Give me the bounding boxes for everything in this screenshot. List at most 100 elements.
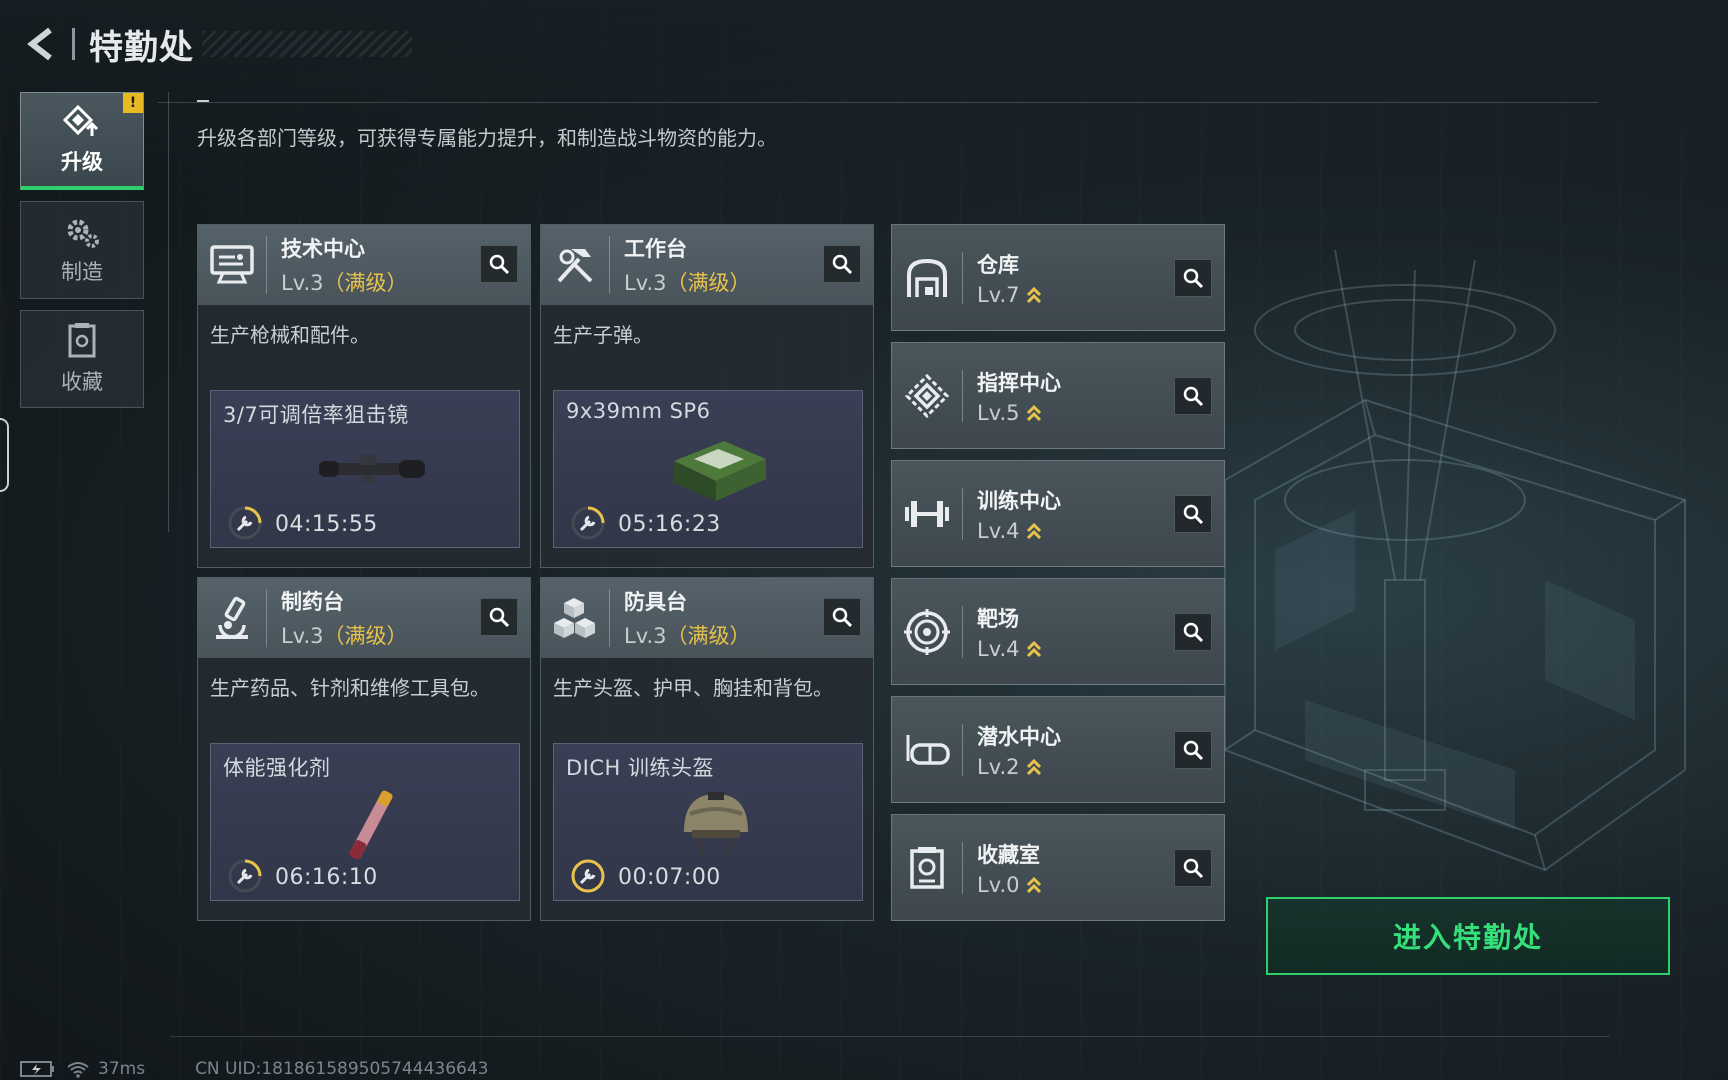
header: 特勤处 [20, 18, 412, 70]
facility-title: 制药台 [281, 590, 344, 614]
search-icon [489, 607, 510, 628]
enter-special-ops-button[interactable]: 进入特勤处 [1266, 897, 1670, 975]
nav-label-upgrade: 升级 [61, 149, 103, 174]
max-level-tag: （满级） [666, 271, 751, 295]
facility-card-command-center[interactable]: 指挥中心 Lv.5 [891, 342, 1225, 449]
injector-image [349, 790, 393, 860]
upgrade-available-icon [1026, 522, 1041, 539]
inspect-button[interactable] [823, 598, 861, 636]
level-value: Lv.3 [281, 624, 324, 648]
inspect-button[interactable] [1174, 377, 1212, 415]
level-value: Lv.2 [977, 754, 1020, 779]
side-nav: ! 升级 制造 收藏 [20, 92, 144, 419]
facility-card-shooting-range[interactable]: 靶场 Lv.4 [891, 578, 1225, 685]
facility-level: Lv.0 [977, 873, 1042, 897]
collection-icon [68, 323, 96, 358]
status-bar: 37ms CN UID:18186158950574443​6643 [20, 1058, 500, 1080]
separator [962, 487, 963, 540]
helmet-image [684, 792, 748, 855]
upgrade-available-icon [1026, 758, 1041, 775]
target-icon [892, 578, 962, 685]
search-icon [1183, 504, 1204, 525]
separator [266, 589, 267, 647]
back-arrow-icon [27, 27, 52, 61]
facility-level: Lv.3（满级） [624, 267, 751, 297]
facility-card-collection-room[interactable]: 收藏室 Lv.0 [891, 814, 1225, 921]
facility-description: 生产头盔、护甲、胸挂和背包。 [553, 676, 833, 700]
wrench-timer-icon [571, 859, 605, 893]
facility-level: Lv.4 [977, 637, 1042, 661]
facility-card-warehouse[interactable]: 仓库 Lv.7 [891, 224, 1225, 331]
ping-value: 37ms [98, 1059, 146, 1079]
monitor-icon [198, 225, 266, 305]
nav-item-collection[interactable]: 收藏 [20, 310, 144, 408]
divider-horizontal [158, 102, 1598, 103]
craft-countdown: 05:16:23 [618, 512, 721, 537]
page-title: 特勤处 [89, 27, 194, 68]
nav-item-craft[interactable]: 制造 [20, 201, 144, 299]
warehouse-icon [892, 224, 962, 331]
craft-slot[interactable]: 9x39mm SP6 05:16:23 [553, 390, 863, 548]
wrench-timer-icon [571, 506, 605, 540]
inspect-button[interactable] [1174, 495, 1212, 533]
craft-slot[interactable]: DICH 训练头盔 00:07:00 [553, 743, 863, 901]
facility-card-diving-center[interactable]: 潜水中心 Lv.2 [891, 696, 1225, 803]
search-icon [1183, 858, 1204, 879]
max-level-tag: （满级） [323, 624, 408, 648]
search-icon [1183, 386, 1204, 407]
craft-countdown: 06:16:10 [275, 865, 378, 890]
facility-title: 工作台 [624, 237, 687, 261]
separator [609, 589, 610, 647]
inspect-button[interactable] [1174, 849, 1212, 887]
facility-level: Lv.5 [977, 401, 1061, 425]
level-value: Lv.0 [977, 872, 1020, 897]
card-header: 防具台 Lv.3（满级） [541, 578, 873, 658]
nav-item-upgrade[interactable]: ! 升级 [20, 92, 144, 190]
inspect-button[interactable] [1174, 731, 1212, 769]
base-structure-illustration [1224, 250, 1686, 872]
level-value: Lv.7 [977, 282, 1020, 307]
craft-item-name: 3/7可调倍率狙击镜 [223, 403, 409, 427]
divider-vertical [168, 92, 169, 532]
facility-card-workbench[interactable]: 工作台 Lv.3（满级） 生产子弹。 9x39mm SP6 05:16:23 [540, 224, 874, 568]
dumbbell-icon [892, 460, 962, 567]
separator [609, 236, 610, 294]
inspect-button[interactable] [480, 245, 518, 283]
craft-item-name: 体能强化剂 [223, 756, 331, 780]
nav-label-collection: 收藏 [61, 370, 103, 394]
upgrade-available-icon [1026, 404, 1041, 421]
separator [962, 841, 963, 894]
facility-description: 生产枪械和配件。 [210, 323, 370, 347]
card-header: 制药台 Lv.3（满级） [198, 578, 530, 658]
inspect-button[interactable] [1174, 613, 1212, 651]
diving-mask-icon [892, 696, 962, 803]
gear-icon [67, 219, 99, 248]
craft-slot[interactable]: 体能强化剂 06:16:10 [210, 743, 520, 901]
facility-card-tech-center[interactable]: 技术中心 Lv.3（满级） 生产枪械和配件。 3/7可调倍率狙击镜 04:15:… [197, 224, 531, 568]
craft-slot[interactable]: 3/7可调倍率狙击镜 04:15:55 [210, 390, 520, 548]
craft-countdown: 00:07:00 [618, 865, 721, 890]
separator [962, 251, 963, 304]
search-icon [1183, 268, 1204, 289]
facility-card-training-center[interactable]: 训练中心 Lv.4 [891, 460, 1225, 567]
inspect-button[interactable] [823, 245, 861, 283]
craft-item-name: DICH 训练头盔 [566, 756, 714, 780]
facility-card-pharmacy[interactable]: 制药台 Lv.3（满级） 生产药品、针剂和维修工具包。 体能强化剂 06:16:… [197, 577, 531, 921]
craft-countdown: 04:15:55 [275, 512, 378, 537]
inspect-button[interactable] [480, 598, 518, 636]
back-button[interactable] [20, 22, 64, 66]
side-pull-tab[interactable] [0, 418, 9, 492]
facility-level: Lv.3（满级） [624, 620, 751, 650]
facility-level: Lv.3（满级） [281, 620, 408, 650]
wrench-timer-icon [228, 506, 262, 540]
microscope-icon [198, 578, 266, 658]
separator [962, 605, 963, 658]
facility-level: Lv.2 [977, 755, 1061, 779]
facility-level: Lv.7 [977, 283, 1042, 307]
footer-divider [170, 1036, 1610, 1037]
facility-card-armor-bench[interactable]: 防具台 Lv.3（满级） 生产头盔、护甲、胸挂和背包。 DICH 训练头盔 00… [540, 577, 874, 921]
inspect-button[interactable] [1174, 259, 1212, 297]
battery-icon [20, 1061, 54, 1077]
level-value: Lv.4 [977, 636, 1020, 661]
nav-label-craft: 制造 [61, 260, 103, 284]
